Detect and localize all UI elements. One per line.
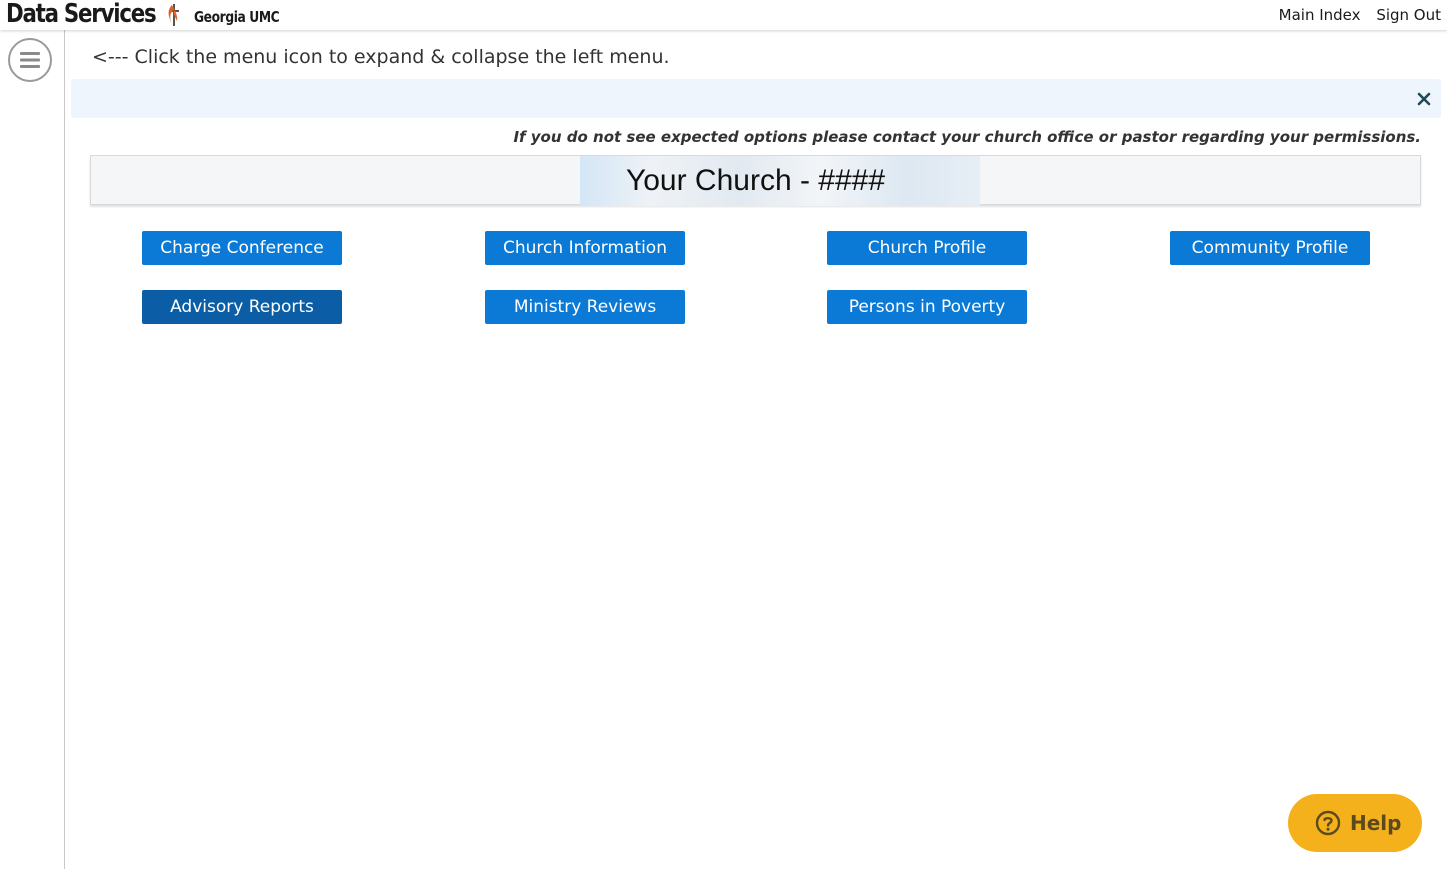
community-profile-button[interactable]: Community Profile bbox=[1170, 231, 1370, 265]
charge-conference-button[interactable]: Charge Conference bbox=[142, 231, 342, 265]
app-title[interactable]: Data Services bbox=[6, 0, 157, 29]
help-label: Help bbox=[1350, 811, 1402, 835]
church-title: Your Church - #### bbox=[625, 164, 886, 197]
menu-hint-text: <--- Click the menu icon to expand & col… bbox=[92, 46, 670, 68]
church-profile-button[interactable]: Church Profile bbox=[827, 231, 1027, 265]
main-index-link[interactable]: Main Index bbox=[1279, 6, 1361, 24]
top-links: Main Index Sign Out bbox=[1268, 6, 1441, 24]
help-button[interactable]: Help bbox=[1288, 794, 1422, 852]
persons-in-poverty-button[interactable]: Persons in Poverty bbox=[827, 290, 1027, 324]
hamburger-menu-icon bbox=[20, 52, 40, 68]
menu-toggle-button[interactable] bbox=[8, 38, 52, 82]
cross-and-flame-logo-icon bbox=[168, 4, 179, 26]
ministry-reviews-button[interactable]: Ministry Reviews bbox=[485, 290, 685, 324]
conference-name: Georgia UMC bbox=[194, 8, 280, 26]
question-circle-icon bbox=[1315, 810, 1341, 836]
permission-note: If you do not see expected options pleas… bbox=[513, 128, 1421, 146]
info-alert bbox=[71, 79, 1441, 118]
left-sidebar bbox=[0, 30, 65, 869]
sign-out-link[interactable]: Sign Out bbox=[1376, 6, 1441, 24]
advisory-reports-button[interactable]: Advisory Reports bbox=[142, 290, 342, 324]
close-icon[interactable] bbox=[1416, 91, 1432, 107]
top-bar: Data Services Georgia UMC Main Index Sig… bbox=[0, 0, 1447, 30]
church-banner: Your Church - #### bbox=[90, 155, 1421, 206]
church-information-button[interactable]: Church Information bbox=[485, 231, 685, 265]
